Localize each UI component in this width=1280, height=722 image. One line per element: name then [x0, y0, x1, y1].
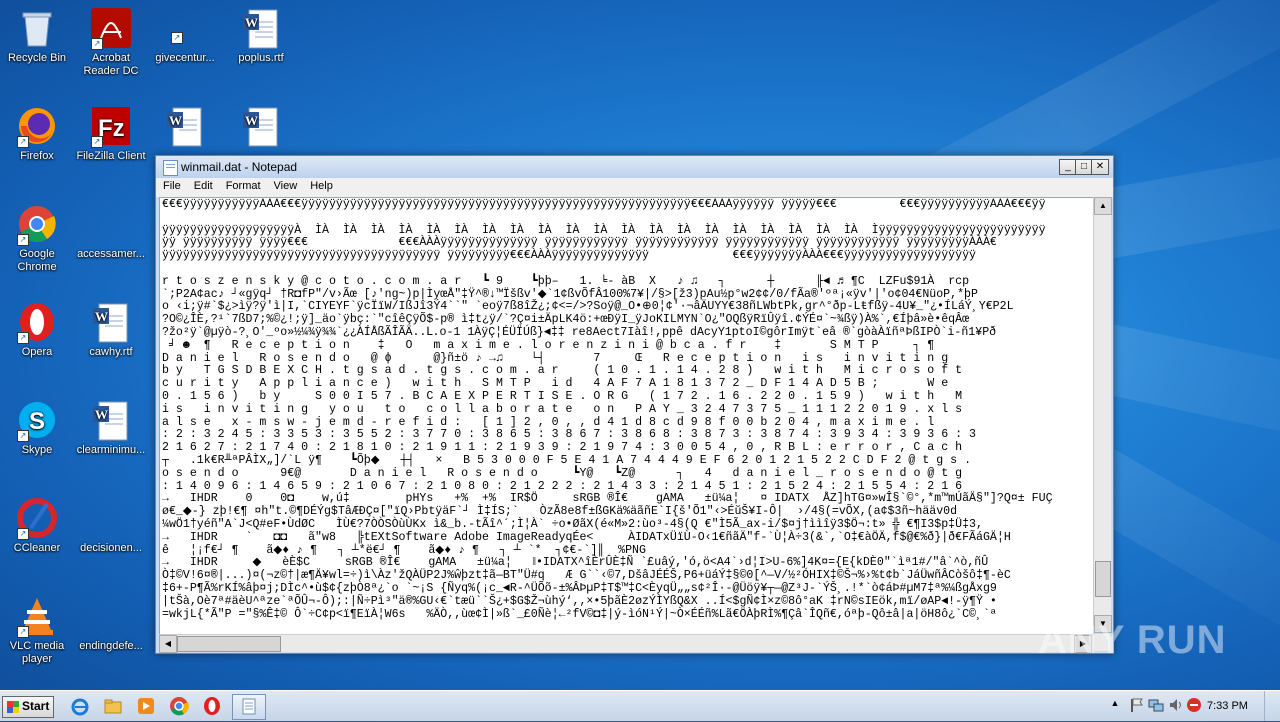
blank-file-icon: [91, 204, 131, 244]
start-button[interactable]: Start: [2, 696, 54, 718]
word-doc-icon: W: [241, 106, 281, 146]
horizontal-scrollbar[interactable]: ◀ ▶: [159, 634, 1092, 652]
editor-text[interactable]: €€€ÿÿÿÿÿÿÿÿÿÿÿÀÀÀ€€€ÿÿÿÿÿÿÿÿÿÿÿÿÿÿÿÿÿÿÿÿ…: [160, 198, 1093, 622]
vertical-scrollbar[interactable]: ▲ ▼: [1093, 197, 1111, 633]
network-icon[interactable]: [1148, 697, 1164, 713]
word-doc-icon: W: [91, 302, 131, 342]
desktop-icon-decisionen[interactable]: decisionen...: [74, 490, 148, 555]
text-editor[interactable]: €€€ÿÿÿÿÿÿÿÿÿÿÿÀÀÀ€€€ÿÿÿÿÿÿÿÿÿÿÿÿÿÿÿÿÿÿÿÿ…: [159, 197, 1094, 635]
taskbar: Start ▲ 7:33 PM: [0, 690, 1280, 721]
desktop-icon-endingdefe[interactable]: endingdefe...: [74, 588, 148, 653]
anyrun-watermark: ANY RUN: [1038, 618, 1227, 663]
windows-logo-icon: [7, 701, 19, 713]
svg-text:W: W: [95, 309, 108, 324]
action-center-flag-icon[interactable]: [1128, 697, 1144, 713]
notepad-icon[interactable]: [232, 694, 266, 720]
skype-icon: S ↗: [17, 400, 57, 440]
blank-file-icon: ↗: [165, 8, 205, 48]
svg-text:S: S: [29, 408, 45, 435]
security-alert-icon[interactable]: [1186, 697, 1202, 713]
desktop-icon-vlc[interactable]: ↗ VLC media player: [0, 588, 74, 666]
svg-text:W: W: [245, 15, 258, 30]
ie-icon[interactable]: [70, 696, 90, 716]
opera-icon[interactable]: [202, 696, 222, 716]
desktop-icon-skype[interactable]: S ↗ Skype: [0, 392, 74, 457]
word-doc-icon: W: [241, 8, 281, 48]
blank-file-icon: [91, 498, 131, 538]
menu-help[interactable]: Help: [303, 178, 339, 192]
notepad-titlebar[interactable]: winmail.dat - Notepad _ □ ✕: [156, 156, 1113, 178]
desktop-icon-acrobat[interactable]: ↗ Acrobat Reader DC: [74, 0, 148, 78]
scroll-left-arrow-icon[interactable]: ◀: [159, 635, 177, 653]
desktop-icon-ccleaner[interactable]: ↗ CCleaner: [0, 490, 74, 555]
desktop-icon-poplus[interactable]: W poplus.rtf: [224, 0, 298, 65]
desktop-icon-firefox[interactable]: ↗ Firefox: [0, 98, 74, 163]
menu-file[interactable]: File: [156, 178, 187, 192]
word-doc-icon: W: [91, 400, 131, 440]
taskbar-clock[interactable]: 7:33 PM: [1207, 700, 1248, 712]
desktop-icon-doc-2[interactable]: W: [224, 98, 298, 150]
svg-text:W: W: [169, 113, 182, 128]
word-doc-icon: W: [165, 106, 205, 146]
window-title: winmail.dat - Notepad: [181, 160, 297, 174]
desktop-icon-cawhy[interactable]: W cawhy.rtf: [74, 294, 148, 359]
blank-file-icon: [91, 596, 131, 636]
desktop-icon-doc-1[interactable]: W: [148, 98, 222, 150]
desktop-icon-chrome[interactable]: ↗ Google Chrome: [0, 196, 74, 274]
scroll-up-arrow-icon[interactable]: ▲: [1094, 197, 1112, 215]
vlc-icon: ↗: [17, 596, 57, 636]
menu-bar: FileEditFormatViewHelp: [156, 178, 1113, 197]
chrome-icon: ↗: [17, 204, 57, 244]
menu-view[interactable]: View: [267, 178, 304, 192]
firefox-icon: ↗: [17, 106, 57, 146]
filezilla-icon: Fz ↗: [91, 106, 131, 146]
close-button[interactable]: ✕: [1091, 159, 1109, 175]
desktop-icon-recycle-bin[interactable]: Recycle Bin: [0, 0, 74, 65]
menu-format[interactable]: Format: [219, 178, 267, 192]
media-player-icon[interactable]: [136, 696, 156, 716]
tray-arrow-icon[interactable]: ▲: [1108, 698, 1122, 712]
desktop-icon-opera[interactable]: ↗ Opera: [0, 294, 74, 359]
explorer-icon[interactable]: [103, 696, 123, 716]
show-desktop-button[interactable]: [1264, 691, 1280, 721]
notepad-icon: [163, 160, 178, 176]
vertical-scroll-thumb[interactable]: [1095, 561, 1111, 597]
acrobat-icon: ↗: [91, 8, 131, 48]
ccleaner-icon: ↗: [17, 498, 57, 538]
notepad-window[interactable]: winmail.dat - Notepad _ □ ✕ FileEditForm…: [155, 155, 1114, 654]
volume-icon[interactable]: [1168, 697, 1184, 713]
recycle-bin-icon: [17, 8, 57, 48]
menu-edit[interactable]: Edit: [187, 178, 219, 192]
svg-text:W: W: [245, 113, 258, 128]
opera-icon: ↗: [17, 302, 57, 342]
chrome-icon[interactable]: [169, 696, 189, 716]
desktop-icon-clearminimu[interactable]: W clearminimu...: [74, 392, 148, 457]
svg-text:W: W: [95, 407, 108, 422]
desktop-icon-givecentur[interactable]: ↗ givecentur...: [148, 0, 222, 65]
horizontal-scroll-thumb[interactable]: [177, 636, 281, 652]
desktop-icon-filezilla[interactable]: Fz ↗ FileZilla Client: [74, 98, 148, 163]
desktop-icon-accessamer[interactable]: accessamer...: [74, 196, 148, 261]
